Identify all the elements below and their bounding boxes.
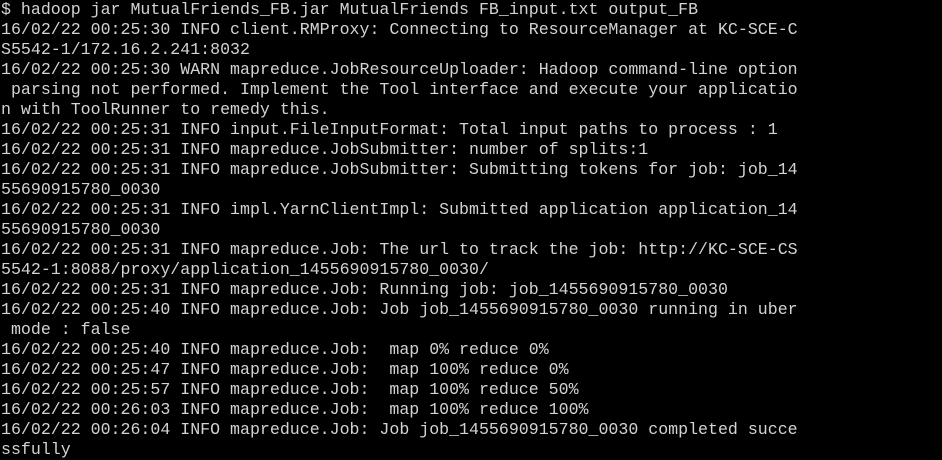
terminal-line: 16/02/22 00:25:40 INFO mapreduce.Job: Jo… (1, 300, 798, 319)
terminal-line: 16/02/22 00:25:47 INFO mapreduce.Job: ma… (1, 360, 569, 379)
terminal-line: mode : false (1, 320, 131, 339)
terminal-line: 16/02/22 00:25:31 INFO input.FileInputFo… (1, 120, 778, 139)
terminal-line: 16/02/22 00:26:03 INFO mapreduce.Job: ma… (1, 400, 589, 419)
terminal-line: 16/02/22 00:25:31 INFO mapreduce.JobSubm… (1, 160, 798, 179)
terminal-line: S5542-1/172.16.2.241:8032 (1, 40, 250, 59)
terminal-line: $ hadoop jar MutualFriends_FB.jar Mutual… (1, 0, 699, 19)
terminal-line: 16/02/22 00:25:40 INFO mapreduce.Job: ma… (1, 340, 549, 359)
terminal-line: 16/02/22 00:25:57 INFO mapreduce.Job: ma… (1, 380, 579, 399)
terminal-line: 5542-1:8088/proxy/application_1455690915… (1, 260, 489, 279)
terminal-line: 16/02/22 00:25:30 WARN mapreduce.JobReso… (1, 60, 798, 79)
terminal-line: 16/02/22 00:25:30 INFO client.RMProxy: C… (1, 20, 798, 39)
terminal-line: 16/02/22 00:25:31 INFO mapreduce.Job: Ru… (1, 280, 728, 299)
terminal-line: ssfully (1, 440, 71, 459)
terminal-line: 16/02/22 00:25:31 INFO mapreduce.JobSubm… (1, 140, 649, 159)
terminal-line: 55690915780_0030 (1, 220, 161, 239)
terminal-line: parsing not performed. Implement the Too… (1, 80, 798, 99)
terminal-line: 16/02/22 00:25:31 INFO mapreduce.Job: Th… (1, 240, 798, 259)
terminal-line: 16/02/22 00:25:31 INFO impl.YarnClientIm… (1, 200, 798, 219)
terminal-line: 55690915780_0030 (1, 180, 161, 199)
terminal-window[interactable]: $ hadoop jar MutualFriends_FB.jar Mutual… (0, 0, 942, 460)
terminal-line: 16/02/22 00:26:04 INFO mapreduce.Job: Jo… (1, 420, 798, 439)
terminal-line: n with ToolRunner to remedy this. (1, 100, 330, 119)
